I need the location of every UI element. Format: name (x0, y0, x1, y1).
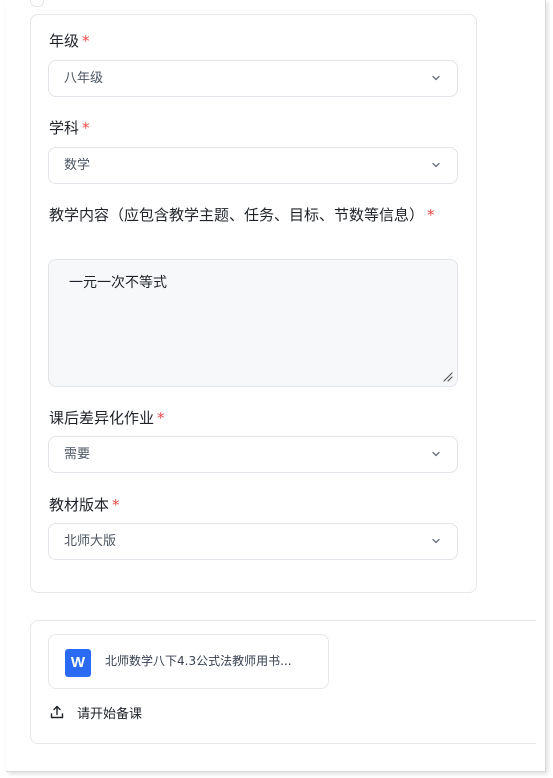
chevron-down-icon (432, 75, 440, 81)
textbook-select[interactable]: 北师大版 (48, 523, 458, 560)
upload-icon (50, 705, 64, 719)
chevron-down-icon (432, 451, 440, 457)
subject-select[interactable]: 数学 (48, 147, 458, 184)
content-label: 教学内容（应包含教学主题、任务、目标、节数等信息） * (49, 204, 475, 226)
content-textarea[interactable]: 一元一次不等式 (48, 259, 458, 387)
attachment-file-name: 北师数学八下4.3公式法教师用书... (105, 654, 292, 668)
grade-select-value: 八年级 (64, 71, 104, 86)
required-mark: * (112, 496, 120, 514)
homework-select-value: 需要 (64, 447, 91, 462)
word-doc-icon: W (65, 649, 91, 677)
attachment-chip[interactable]: W 北师数学八下4.3公式法教师用书... (48, 634, 329, 689)
textbook-label: 教材版本 * (49, 494, 479, 516)
grade-label-text: 年级 (49, 32, 80, 50)
required-mark: * (82, 32, 90, 50)
resize-grip-icon[interactable] (441, 370, 453, 382)
chevron-down-icon (432, 162, 440, 168)
required-mark: * (82, 119, 90, 137)
required-mark: * (427, 206, 435, 224)
textbook-label-text: 教材版本 (49, 496, 110, 514)
chevron-down-icon (432, 538, 440, 544)
homework-label-text: 课后差异化作业 (49, 409, 155, 427)
content-label-text: 教学内容（应包含教学主题、任务、目标、节数等信息） (49, 206, 425, 224)
required-mark: * (157, 409, 165, 427)
textbook-select-value: 北师大版 (64, 534, 117, 549)
grade-select[interactable]: 八年级 (48, 60, 458, 97)
word-doc-icon-letter: W (70, 654, 86, 671)
homework-label: 课后差异化作业 * (49, 407, 479, 429)
grade-label: 年级 * (49, 30, 479, 52)
subject-label: 学科 * (49, 117, 479, 139)
content-textarea-value: 一元一次不等式 (69, 275, 167, 291)
start-prep-button[interactable]: 请开始备课 (49, 701, 142, 723)
subject-label-text: 学科 (49, 119, 80, 137)
start-prep-label: 请开始备课 (77, 706, 143, 722)
homework-select[interactable]: 需要 (48, 436, 458, 473)
subject-select-value: 数学 (64, 158, 91, 173)
